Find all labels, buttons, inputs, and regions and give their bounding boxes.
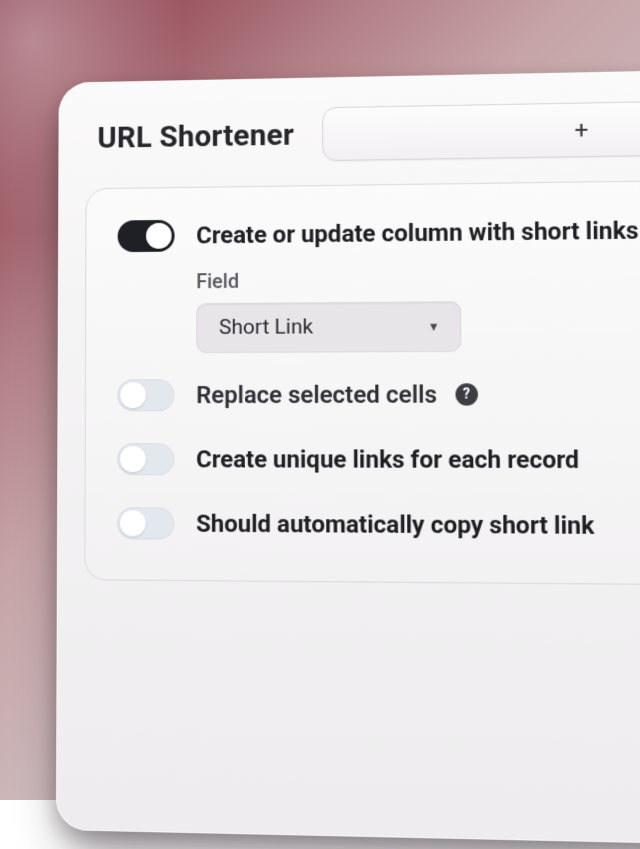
option-unique-links-row: Create unique links for each record (117, 443, 640, 477)
shortener-panel: URL Shortener + Create or update column … (56, 66, 640, 848)
field-select-value: Short Link (219, 315, 313, 340)
toggle-auto-copy[interactable] (117, 507, 174, 539)
toggle-knob (120, 446, 146, 472)
panel-header: URL Shortener + (58, 66, 640, 183)
options-group: Create or update column with short links… (84, 178, 640, 587)
toggle-unique-links[interactable] (117, 443, 174, 475)
toggle-knob (120, 510, 146, 536)
option-create-update-row: Create or update column with short links (118, 212, 640, 252)
toggle-create-update[interactable] (118, 220, 175, 252)
option-replace-label: Replace selected cells (196, 380, 437, 409)
toggle-knob (146, 223, 172, 249)
chevron-down-icon: ▼ (428, 320, 440, 334)
header-action-button[interactable]: + (322, 98, 640, 161)
option-replace-row: Replace selected cells ? (117, 377, 640, 411)
option-create-update-label: Create or update column with short links (196, 216, 639, 249)
option-auto-copy-row: Should automatically copy short link (117, 507, 640, 543)
field-select[interactable]: Short Link ▼ (196, 301, 461, 353)
field-label: Field (196, 263, 640, 293)
field-block: Field Short Link ▼ (196, 263, 640, 353)
help-icon[interactable]: ? (455, 383, 478, 405)
option-unique-links-label: Create unique links for each record (196, 445, 579, 474)
option-auto-copy-label: Should automatically copy short link (196, 510, 594, 540)
toggle-knob (120, 382, 146, 408)
panel-title: URL Shortener (97, 117, 294, 155)
toggle-replace[interactable] (117, 379, 174, 411)
